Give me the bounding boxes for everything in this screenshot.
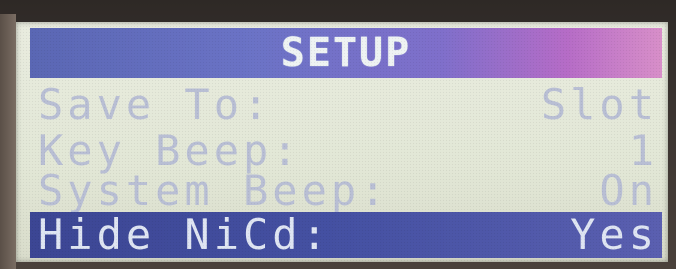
screen-title: SETUP [280, 30, 412, 76]
lcd-screen: SETUP Save To: Slot Key Beep: 1 System B… [16, 22, 668, 262]
menu-item-label: Save To: [38, 80, 273, 129]
title-bar: SETUP [30, 28, 662, 78]
menu-item-label: Hide NiCd: [38, 210, 331, 259]
menu-item-value: Yes [570, 210, 658, 259]
menu-item-save-to[interactable]: Save To: Slot [30, 82, 662, 128]
menu-item-label: System Beep: [38, 166, 390, 215]
device-bezel-edge [0, 14, 16, 269]
menu-item-hide-nicd[interactable]: Hide NiCd: Yes [30, 212, 662, 258]
menu-item-system-beep[interactable]: System Beep: On [30, 168, 662, 214]
menu-item-value: On [599, 166, 658, 215]
menu-item-value: Slot [540, 80, 658, 129]
